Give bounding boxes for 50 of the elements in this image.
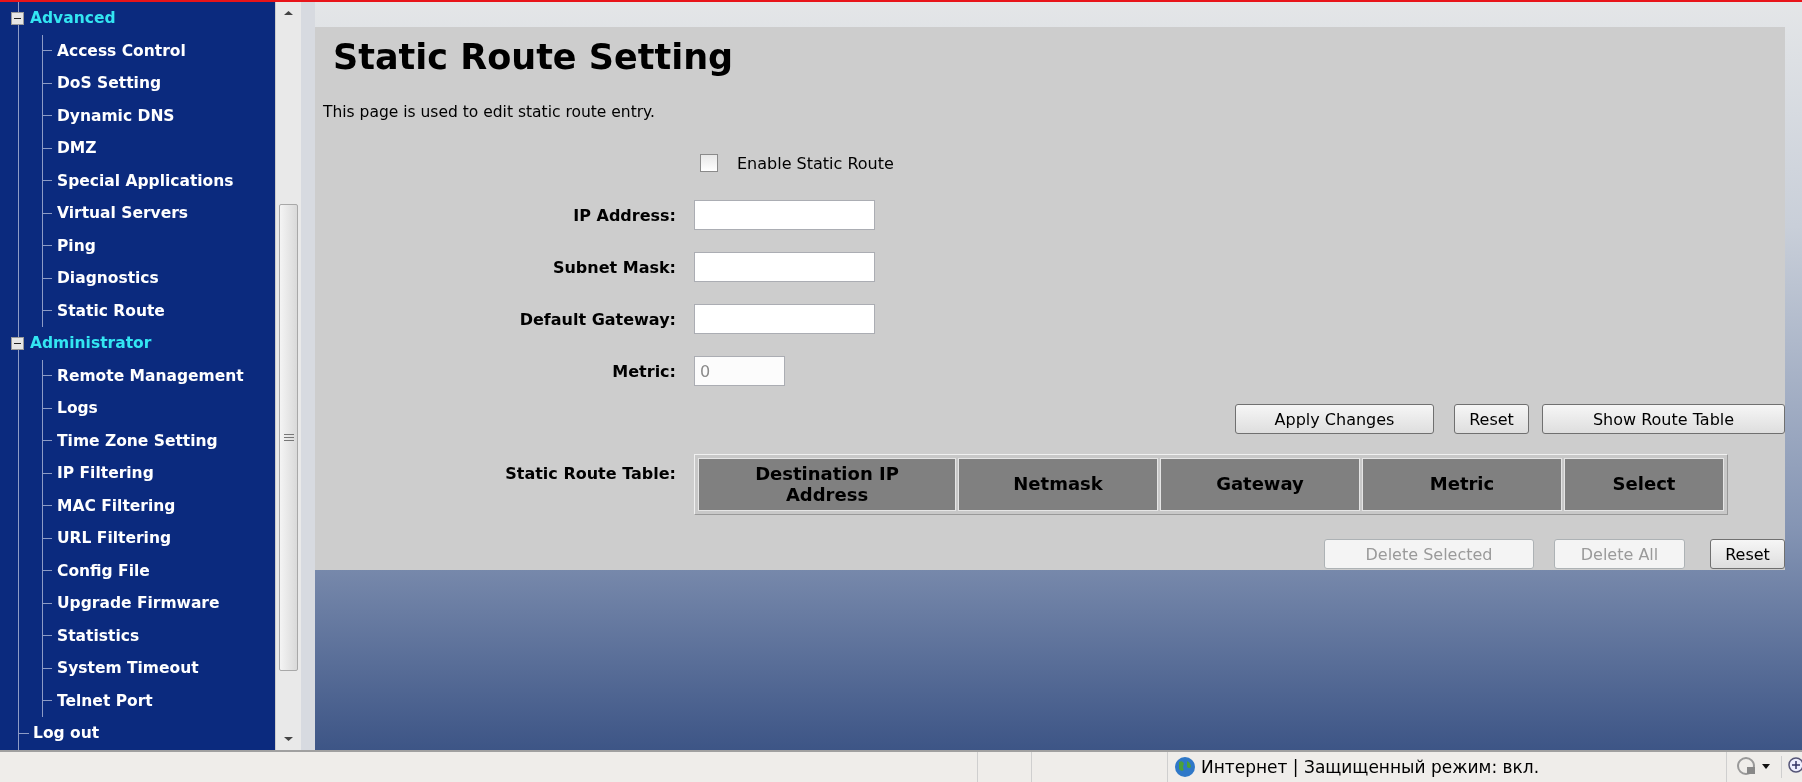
column-header: Destination IP Address [698, 458, 956, 511]
menu-item-link[interactable]: Ping [57, 236, 96, 255]
menu-item-link[interactable]: MAC Filtering [57, 496, 176, 515]
action-button[interactable]: Show Route Table [1542, 404, 1785, 434]
menu-item-link[interactable]: Logs [57, 399, 98, 418]
checkbox-label: Enable Static Route [737, 153, 894, 173]
zoom-icon[interactable] [1781, 756, 1802, 779]
menu-item-link[interactable]: Diagnostics [57, 269, 159, 288]
menu-item-link[interactable]: Special Applications [57, 171, 234, 190]
action-button[interactable]: Apply Changes [1235, 404, 1434, 434]
menu-group-link[interactable]: Advanced [30, 9, 116, 28]
menu-item-link[interactable]: DoS Setting [57, 74, 161, 93]
scrollbar-drawing[interactable] [275, 2, 301, 751]
table-action-button[interactable]: Reset [1710, 539, 1785, 569]
menu-item-link[interactable]: Remote Management [57, 366, 244, 385]
menu-item-link[interactable]: Statistics [57, 626, 140, 645]
menu-item-link[interactable]: IP Filtering [57, 464, 154, 483]
collapse-icon[interactable] [11, 336, 24, 350]
text-field[interactable] [694, 304, 875, 334]
menu-item-link[interactable]: Virtual Servers [57, 204, 189, 223]
action-button[interactable]: Reset [1454, 404, 1529, 434]
page-title: Static Route Setting [332, 36, 735, 79]
column-header: Metric [1362, 458, 1562, 511]
menu-group-link[interactable]: Log out [33, 724, 100, 743]
column-header: Netmask [958, 458, 1158, 511]
text-field[interactable] [694, 252, 875, 282]
menu-item-link[interactable]: Static Route [57, 301, 165, 320]
field-label: Default Gateway: [518, 309, 676, 329]
menu-item-link[interactable]: URL Filtering [57, 529, 172, 548]
column-header: Select [1564, 458, 1724, 511]
menu-item-link[interactable]: Dynamic DNS [57, 106, 175, 125]
field-label: IP Address: [572, 205, 676, 225]
column-header: Gateway [1160, 458, 1360, 511]
menu-item-link[interactable]: Config File [57, 561, 150, 580]
menu-item-link[interactable]: Telnet Port [57, 691, 153, 710]
menu-item-link[interactable]: Upgrade Firmware [57, 594, 220, 613]
menu-group-link[interactable]: Administrator [30, 334, 152, 353]
globe-icon [1174, 756, 1196, 779]
field-label: Subnet Mask: [551, 257, 676, 277]
checkbox[interactable] [700, 154, 718, 172]
security-zone-text: Интернет | Защищенный режим: вкл. [1201, 757, 1540, 778]
field-label: Metric: [611, 361, 676, 381]
menu-item-link[interactable]: Access Control [57, 41, 186, 60]
collapse-icon[interactable] [11, 11, 24, 25]
menu-item-link[interactable]: Time Zone Setting [57, 431, 218, 450]
menu-item-link[interactable]: System Timeout [57, 659, 199, 678]
text-field[interactable] [694, 200, 875, 230]
table-label: Static Route Table: [504, 464, 676, 483]
page-description: This page is used to edit static route entry. [323, 103, 656, 121]
menu-item-link[interactable]: DMZ [57, 139, 97, 158]
